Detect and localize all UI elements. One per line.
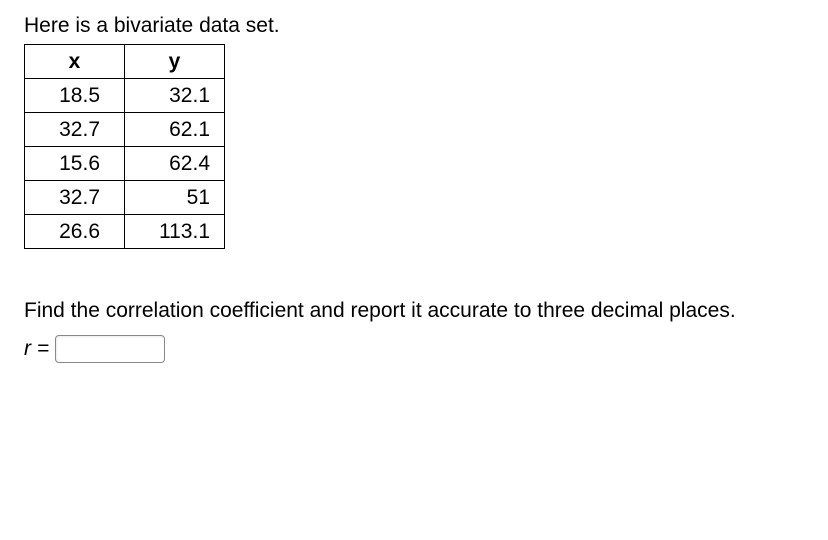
answer-row: r = — [24, 335, 804, 363]
cell-y: 51 — [125, 181, 225, 215]
cell-x: 26.6 — [25, 215, 125, 249]
cell-x: 18.5 — [25, 79, 125, 113]
answer-label: r = — [24, 337, 49, 361]
cell-x: 15.6 — [25, 147, 125, 181]
cell-x: 32.7 — [25, 181, 125, 215]
cell-y: 62.4 — [125, 147, 225, 181]
table-row: 26.6 113.1 — [25, 215, 225, 249]
cell-y: 113.1 — [125, 215, 225, 249]
col-header-x: x — [25, 45, 125, 79]
cell-y: 62.1 — [125, 113, 225, 147]
question-prompt: Find the correlation coefficient and rep… — [24, 297, 804, 325]
answer-input[interactable] — [55, 335, 165, 363]
data-table: x y 18.5 32.1 32.7 62.1 15.6 62.4 32.7 5… — [24, 44, 225, 249]
table-row: 15.6 62.4 — [25, 147, 225, 181]
table-row: 32.7 62.1 — [25, 113, 225, 147]
cell-x: 32.7 — [25, 113, 125, 147]
col-header-y: y — [125, 45, 225, 79]
table-row: 32.7 51 — [25, 181, 225, 215]
table-row: 18.5 32.1 — [25, 79, 225, 113]
cell-y: 32.1 — [125, 79, 225, 113]
intro-text: Here is a bivariate data set. — [24, 14, 804, 38]
table-header-row: x y — [25, 45, 225, 79]
